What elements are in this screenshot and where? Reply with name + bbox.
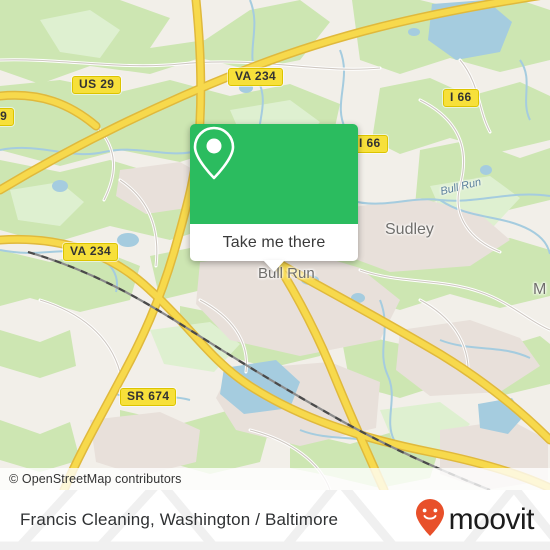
callout-tail	[263, 260, 285, 272]
take-me-there-label: Take me there	[222, 233, 326, 251]
take-me-there-callout[interactable]: Take me there	[190, 124, 358, 272]
place-label-clipped: M	[533, 281, 547, 298]
road-shield: VA 234	[63, 243, 119, 261]
place-label-sudley: Sudley	[385, 221, 434, 238]
road-shield: VA 234	[228, 68, 284, 86]
map-canvas[interactable]: 29 US 29 VA 234 I 66 I 66 VA 234 SR 674 …	[0, 0, 550, 490]
road-shield: I 66	[443, 89, 479, 107]
callout-action[interactable]: Take me there	[190, 224, 358, 272]
map-attribution: © OpenStreetMap contributors	[0, 468, 550, 490]
moovit-map-screen: 29 US 29 VA 234 I 66 I 66 VA 234 SR 674 …	[0, 0, 550, 550]
attribution-text: © OpenStreetMap contributors	[9, 472, 182, 486]
location-title: Francis Cleaning, Washington / Baltimore	[20, 490, 338, 550]
moovit-pin-icon	[415, 498, 445, 543]
footer-bar: Francis Cleaning, Washington / Baltimore…	[0, 490, 550, 550]
moovit-wordmark: moovit	[448, 503, 535, 536]
location-title-text: Francis Cleaning, Washington / Baltimore	[20, 510, 339, 529]
road-shield: 29	[0, 108, 15, 126]
callout-header	[190, 124, 358, 224]
road-shield: SR 674	[120, 388, 177, 406]
moovit-logo[interactable]: moovit	[415, 490, 535, 550]
road-shield: US 29	[72, 76, 122, 94]
